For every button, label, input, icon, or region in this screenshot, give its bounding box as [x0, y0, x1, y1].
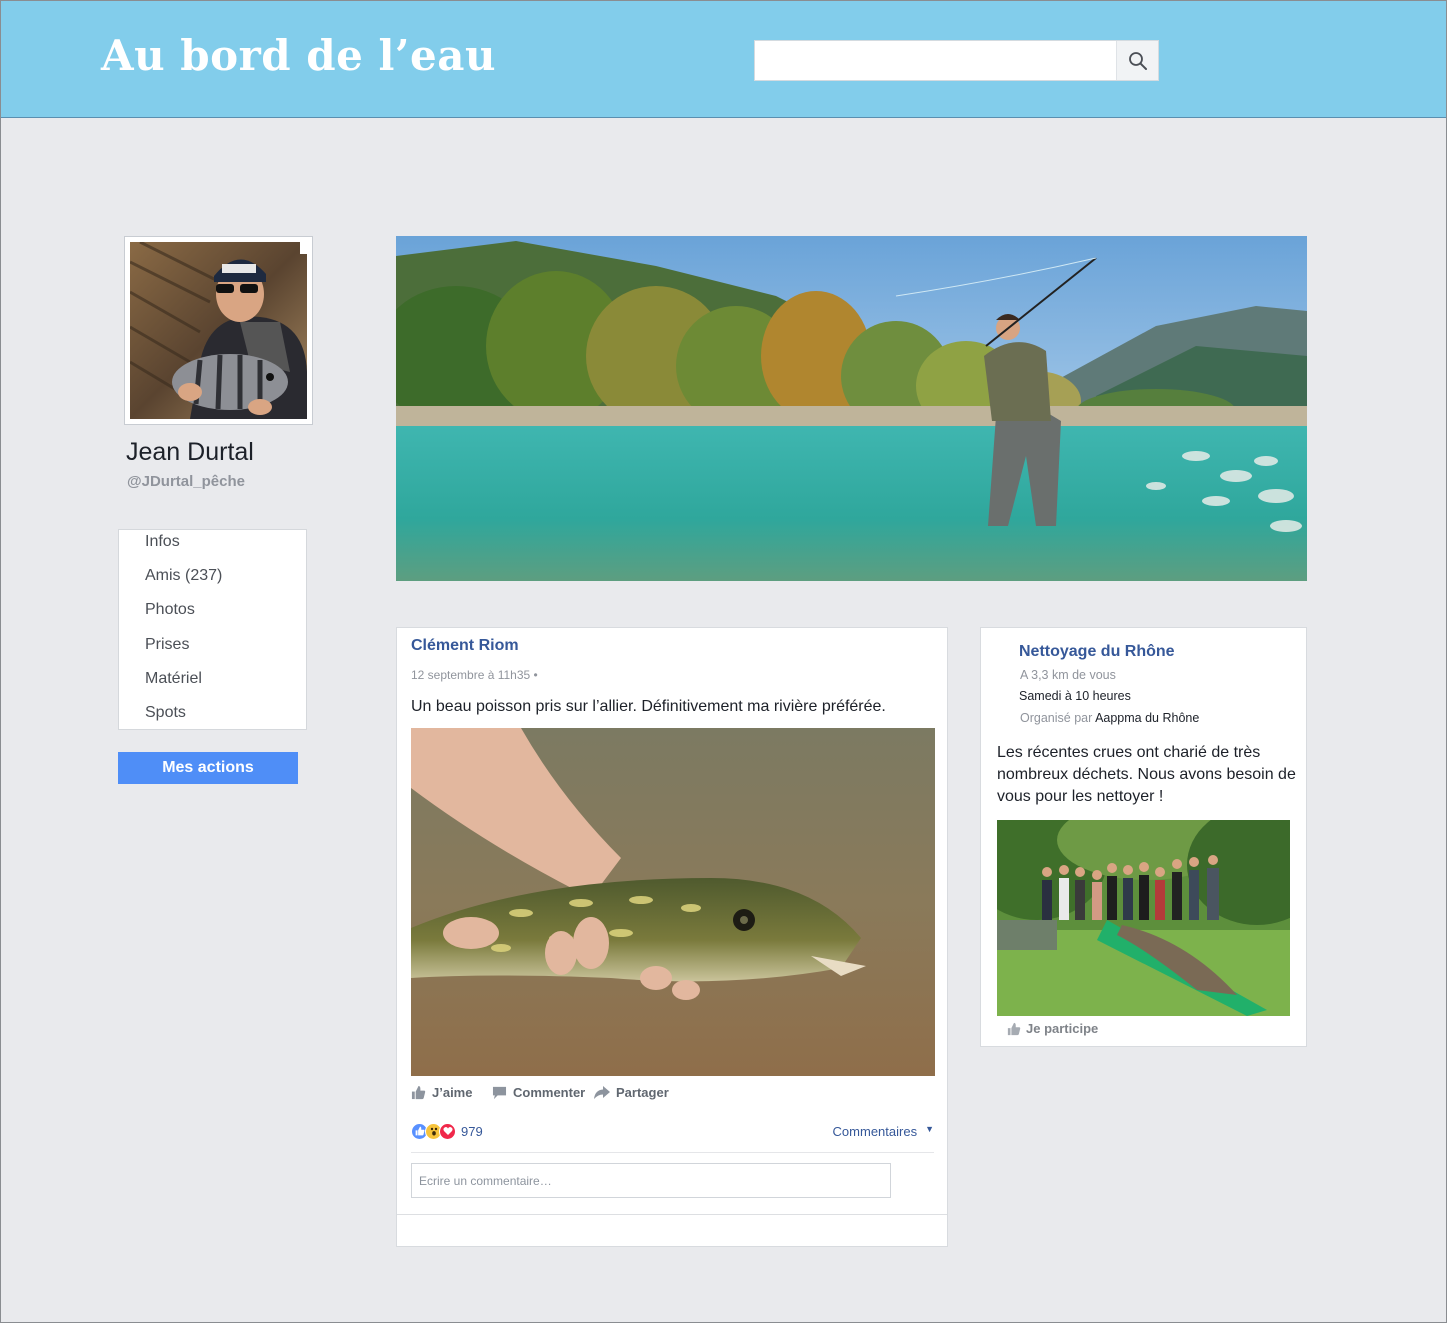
post-photo[interactable]: [411, 728, 935, 1076]
comment-label: Commenter: [513, 1085, 586, 1100]
event-title[interactable]: Nettoyage du Rhône: [1019, 643, 1175, 661]
search-icon: [1128, 51, 1147, 70]
event-time: Samedi à 10 heures: [1019, 689, 1131, 703]
menu-item-amis[interactable]: Amis (237): [145, 567, 222, 585]
event-image: [997, 820, 1290, 1016]
post-author[interactable]: Clément Riom: [411, 637, 519, 655]
menu-item-spots[interactable]: Spots: [145, 704, 186, 722]
organizer-prefix: Organisé par: [1020, 711, 1093, 725]
top-bar: Au bord de l’eau: [1, 1, 1446, 118]
divider: [411, 1152, 934, 1153]
divider: [397, 1214, 947, 1215]
comment-icon: [492, 1086, 507, 1099]
menu-item-photos[interactable]: Photos: [145, 601, 195, 619]
comment-input[interactable]: [411, 1163, 891, 1198]
cover-image: [396, 236, 1307, 581]
organizer-name[interactable]: Aappma du Rhône: [1095, 711, 1199, 725]
search-box: [754, 40, 1159, 81]
thumbs-up-icon: [1007, 1022, 1021, 1035]
event-distance: A 3,3 km de vous: [1020, 668, 1116, 682]
like-button[interactable]: J’aime: [411, 1085, 472, 1100]
menu-item-prises[interactable]: Prises: [145, 636, 189, 654]
join-event-button[interactable]: Je participe: [1007, 1021, 1098, 1036]
thumbs-up-icon: [411, 1085, 426, 1100]
share-label: Partager: [616, 1085, 669, 1100]
event-description: Les récentes crues ont charié de très no…: [997, 744, 1296, 805]
reaction-count: 979: [461, 1123, 483, 1139]
profile-name[interactable]: Jean Durtal: [126, 438, 254, 467]
site-logo[interactable]: Au bord de l’eau: [101, 31, 496, 80]
search-input[interactable]: [755, 41, 1117, 80]
comment-button[interactable]: Commenter: [492, 1085, 585, 1100]
profile-picture: [130, 242, 307, 419]
share-button[interactable]: Partager: [594, 1085, 669, 1100]
reactions-summary[interactable]: 979: [411, 1122, 483, 1140]
event-card: Nettoyage du Rhône A 3,3 km de vous Same…: [980, 627, 1307, 1047]
profile-picture-frame[interactable]: [124, 236, 313, 425]
my-actions-button[interactable]: Mes actions: [118, 752, 298, 784]
search-button[interactable]: [1116, 41, 1158, 80]
post-card: Clément Riom 12 septembre à 11h35 • Un b…: [396, 627, 948, 1247]
menu-item-materiel[interactable]: Matériel: [145, 670, 202, 688]
like-label: J’aime: [432, 1085, 473, 1100]
share-icon: [594, 1086, 610, 1099]
post-text: Un beau poisson pris sur l’allier. Défin…: [411, 698, 886, 715]
post-timestamp[interactable]: 12 septembre à 11h35 •: [411, 668, 538, 682]
comments-toggle[interactable]: Commentaires ▼: [833, 1124, 934, 1139]
profile-handle: @JDurtal_pêche: [127, 473, 246, 490]
profile-menu: Infos Amis (237) Photos Prises Matériel …: [118, 529, 307, 730]
menu-item-infos[interactable]: Infos: [145, 533, 180, 551]
post-image: [411, 728, 935, 1076]
comments-label: Commentaires: [832, 1124, 918, 1139]
join-label: Je participe: [1026, 1021, 1099, 1036]
caret-down-icon: ▼: [925, 1124, 934, 1134]
love-icon: [439, 1122, 456, 1140]
event-photo[interactable]: [997, 820, 1290, 1016]
cover-photo[interactable]: [396, 236, 1307, 581]
event-organizer: Organisé par Aappma du Rhône: [1020, 711, 1199, 725]
